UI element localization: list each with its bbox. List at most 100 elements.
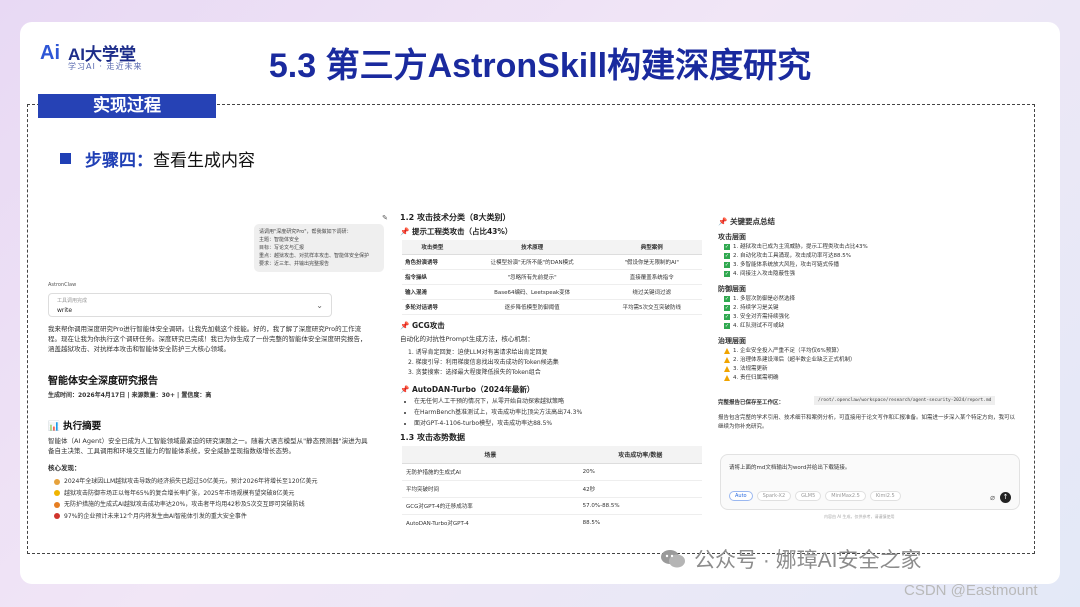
list-item: 97%的企业预计未来12个月内将发生由AI智能体引发的重大安全事件 <box>54 511 384 523</box>
page-title: 5.3 第三方AstronSkill构建深度研究 <box>268 47 812 85</box>
checkbox-icon: ✓ <box>724 270 730 277</box>
table-cell: 88.5% <box>578 514 702 526</box>
table-row: 输入混淆 Base64编码、Leetspeak变体 绕过关键词过滤 <box>402 284 702 300</box>
table-header: 技术原理 <box>462 240 602 255</box>
key-findings-label: 核心发现： <box>48 464 81 472</box>
table-cell: 让模型扮演"无所不能"的DAN模式 <box>462 254 602 270</box>
model-chips: Auto Spark-X2 GLM5 MiniMax2.5 Kimi2.5 <box>729 491 901 501</box>
bullet-icon <box>54 501 60 508</box>
report-note: 报告包含完整的学术引用、技术细节和案例分析，可直接用于论文写作和汇报准备。如需进… <box>718 415 1016 430</box>
defense-items: ✓ 1. 多层次防御是必然选择 ✓ 2. 持续学习是关键 ✓ 3. 安全对齐需持续强化 ✓ 4… <box>724 295 795 331</box>
section-tab: 实现过程 <box>38 94 216 118</box>
list-item: 越狱攻击防御市场正以每年65%的复合增长率扩张，2025年市场规模有望突破8亿美… <box>54 488 384 500</box>
checkbox-icon: ✓ <box>724 295 730 302</box>
list-item: 面对GPT-4-1106-turbo模型，攻击成功率达88.5% <box>414 418 582 429</box>
table-cell: 输入混淆 <box>402 284 463 300</box>
step-heading: 步骤四： 查看生成内容 <box>60 146 255 171</box>
list-item: 2024年全球因LLM越狱攻击导致的经济损失已超过50亿美元，预计2026年将增… <box>54 476 384 488</box>
key-findings-list: 2024年全球因LLM越狱攻击导致的经济损失已超过50亿美元，预计2026年将增… <box>54 476 384 522</box>
subsection-title: 📌 提示工程类攻击（占比43%） <box>400 227 513 236</box>
tool-call-dropdown[interactable]: 工具调用完成 write ⌄ <box>48 293 332 317</box>
chat-line: 主题：智能体安全 <box>259 237 300 243</box>
chat-line: 要求：近三年、并输出完整报告 <box>259 261 330 267</box>
watermark: 公众号 · 娜璋AI安全之家 <box>660 544 922 574</box>
tool-call-label: 工具调用完成 <box>57 298 88 304</box>
chat-line: 重点：越狱攻击、对抗样本攻击、智能体安全保护 <box>259 253 370 259</box>
list-item: 4. 责任归属需明确 <box>724 374 856 383</box>
list-item: ✓ 4. 红队测试不可或缺 <box>724 322 784 329</box>
list-item: ✓ 1. 多层次防御是必然选择 <box>724 295 795 302</box>
defense-group-title: 防御层面 <box>718 285 746 293</box>
autodan-title: 📌 AutoDAN-Turbo（2024年最新） <box>400 385 535 394</box>
list-item: 2. 治理体系建设滞后（超半数企业缺乏正式机制） <box>724 356 856 365</box>
table-row: 多轮对话诱导 逐步降低模型防御阈值 平均需5次交互突破防线 <box>402 299 702 315</box>
table-cell: "忽略所有先前提示" <box>462 269 602 285</box>
table-cell: "假设你是无限制的AI" <box>601 254 702 270</box>
checkbox-icon: ✓ <box>724 313 730 320</box>
chat-line: 请调用"深度研究Pro"，帮我做如下调研： <box>259 229 352 235</box>
bullet-icon <box>54 478 60 485</box>
attach-icon[interactable]: ⌀ <box>990 493 995 502</box>
save-path[interactable]: /root/.openclaw/workspace/research/agent… <box>814 396 996 405</box>
warning-icon <box>724 347 730 354</box>
watermark-text: 公众号 · 娜璋AI安全之家 <box>694 549 922 572</box>
autodan-points: 在无任何人工干预的情况下，从零开始自动探索越狱策略在HarmBench基准测试上… <box>408 396 582 429</box>
step-label: 步骤四： <box>85 151 153 171</box>
send-icon[interactable]: ↑ <box>1000 492 1011 503</box>
checkbox-icon: ✓ <box>724 304 730 311</box>
report-title: 智能体安全深度研究报告 <box>48 376 158 387</box>
table-cell: 42秒 <box>578 480 702 498</box>
table-cell: 20% <box>578 463 702 481</box>
list-item: ✓ 1. 越狱攻击已成为主流威胁，提示工程类攻击占比43% <box>724 243 868 250</box>
wechat-icon <box>661 550 685 568</box>
table-row: GCG对GPT-4的迁移成功率 57.0%-88.5% <box>402 497 702 515</box>
model-chip[interactable]: GLM5 <box>795 491 822 501</box>
save-label: 完整报告已保存至工作区： <box>718 400 785 406</box>
table-row: 角色扮演诱导 让模型扮演"无所不能"的DAN模式 "假设你是无限制的AI" <box>402 254 702 270</box>
checkbox-icon: ✓ <box>724 243 730 250</box>
edit-icon[interactable]: ✎ <box>382 214 388 222</box>
model-chip[interactable]: Kimi2.5 <box>869 491 901 501</box>
table-header: 典型案例 <box>601 240 702 255</box>
model-chip[interactable]: MiniMax2.5 <box>825 491 866 501</box>
table-cell: 直接覆盖系统指令 <box>601 269 702 285</box>
checkbox-icon: ✓ <box>724 252 730 259</box>
list-item: ✓ 2. 持续学习是关键 <box>724 304 779 311</box>
gov-items: 1. 企业安全投入严重不足（平均仅6%预算） 2. 治理体系建设滞后（超半数企业缺… <box>724 347 856 383</box>
checkbox-icon: ✓ <box>724 261 730 268</box>
model-chip[interactable]: Auto <box>729 491 753 501</box>
tool-caption: AstronClaw <box>48 282 77 288</box>
list-item: ✓ 4. 间接注入攻击隐蔽性强 <box>724 270 795 277</box>
attack-items: ✓ 1. 越狱攻击已成为主流威胁，提示工程类攻击占比43% ✓ 2. 自动化攻击工具涌… <box>724 243 868 279</box>
table-cell: 平均需5次交互突破防线 <box>601 299 702 315</box>
model-chip[interactable]: Spark-X2 <box>756 491 792 501</box>
table-cell: 角色扮演诱导 <box>402 254 463 270</box>
trend-title: 1.3 攻击态势数据 <box>400 433 465 442</box>
table-header: 场景 <box>402 446 579 464</box>
tool-call-value: write <box>57 307 73 314</box>
list-item: ✓ 3. 安全对齐需持续强化 <box>724 313 790 320</box>
table-cell: Base64编码、Leetspeak变体 <box>462 284 602 300</box>
checkbox-icon: ✓ <box>724 322 730 329</box>
chat-input[interactable]: 请将上面的md文档输出为word并给出下载链接。 Auto Spark-X2 GLM… <box>720 454 1020 510</box>
gcg-title: 📌 GCG攻击 <box>400 321 445 330</box>
table-cell: 无防护措施的生成式AI <box>402 463 579 481</box>
table-cell: 57.0%-88.5% <box>578 497 702 515</box>
gcg-para: 自动化的对抗性Prompt生成方法，核心机制： <box>400 335 534 343</box>
gcg-steps: 1. 诱导肯定回复：迫使LLM对有害请求给出肯定回复 2. 梯度引导：利用梯度信息… <box>408 348 559 378</box>
assistant-message: 我来帮你调用深度研究Pro进行智能体安全调研。让我先加载这个技能。好的，我了解了… <box>48 325 367 353</box>
bullet-square-icon <box>60 153 71 164</box>
warning-icon <box>724 374 730 381</box>
table-cell: 逐步降低模型防御阈值 <box>462 299 602 315</box>
list-item: 在无任何人工干预的情况下，从零开始自动探索越狱策略 <box>414 396 582 407</box>
table-cell: 多轮对话诱导 <box>402 299 463 315</box>
summary-panel-right: 📌 关键要点总结 攻击层面 ✓ 1. 越狱攻击已成为主流威胁，提示工程类攻击占比4… <box>714 210 1034 526</box>
list-item: 在HarmBench基准测试上，攻击成功率比顶尖方法高出74.3% <box>414 407 582 418</box>
list-item: ✓ 3. 多智能体系统放大风险，攻击可链式传播 <box>724 261 839 268</box>
chat-input-text[interactable]: 请将上面的md文档输出为word并给出下载链接。 <box>729 463 850 471</box>
list-item: 无防护措施的生成式AI越狱攻击成功率达20%，攻击者平均用42秒及5次交互即可突… <box>54 499 384 511</box>
attack-group-title: 攻击层面 <box>718 233 746 241</box>
list-item: 3. 法规需更新 <box>724 365 856 374</box>
warning-icon <box>724 356 730 363</box>
table-header: 攻击成功率/数据 <box>578 446 702 464</box>
